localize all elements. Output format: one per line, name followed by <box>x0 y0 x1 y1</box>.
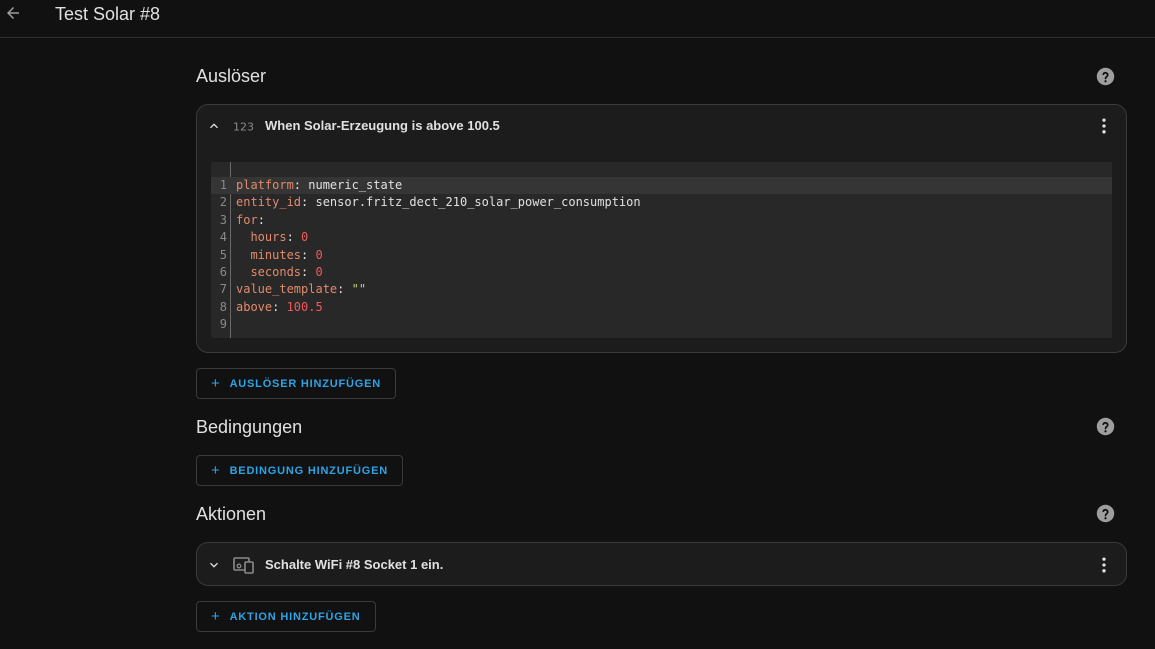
code-text: seconds: 0 <box>236 264 323 281</box>
add-action-button[interactable]: + AKTION HINZUFÜGEN <box>196 601 376 632</box>
triggers-section-title: Auslöser <box>196 66 267 86</box>
chevron-down-icon[interactable] <box>206 557 222 573</box>
trigger-card-header[interactable]: 123 When Solar-Erzeugung is above 100.5 <box>197 105 1126 147</box>
yaml-value: sensor.fritz_dect_210_solar_power_consum… <box>315 195 641 210</box>
action-card-header[interactable]: Schalte WiFi #8 Socket 1 ein. <box>197 543 1126 585</box>
add-condition-button[interactable]: + BEDINGUNG HINZUFÜGEN <box>196 455 403 486</box>
conditions-section-title: Bedingungen <box>196 417 303 437</box>
line-number: 9 <box>219 317 227 332</box>
more-vert-icon[interactable] <box>1094 555 1114 575</box>
line-number: 1 <box>219 178 227 192</box>
yaml-separator: : <box>272 299 287 314</box>
devices-icon <box>233 557 254 574</box>
yaml-key: value_template <box>236 282 338 297</box>
yaml-separator: : <box>301 247 316 262</box>
plus-icon: + <box>211 608 221 625</box>
line-number: 2 <box>219 195 227 210</box>
help-circle-icon[interactable] <box>1096 67 1115 86</box>
page-title: Test Solar #8 <box>55 4 161 24</box>
yaml-value: "" <box>351 282 367 297</box>
code-line[interactable]: 8 above: 100.5 <box>211 299 1112 316</box>
yaml-separator: : <box>301 265 316 279</box>
code-line[interactable]: 1 platform: numeric_state <box>211 177 1112 195</box>
action-card-label: Schalte WiFi #8 Socket 1 ein. <box>265 557 444 572</box>
add-condition-label: BEDINGUNG HINZUFÜGEN <box>229 464 388 477</box>
yaml-key: above <box>236 299 273 314</box>
code-text: entity_id: sensor.fritz_dect_210_solar_p… <box>236 194 641 211</box>
yaml-code-editor[interactable]: 1 platform: numeric_state 2 entity_id: sens… <box>211 162 1112 338</box>
yaml-separator: : <box>286 230 302 245</box>
trigger-card-label: When Solar-Erzeugung is above 100.5 <box>265 118 500 133</box>
line-number: 5 <box>219 247 227 262</box>
code-line[interactable]: 6 seconds: 0 <box>211 264 1112 281</box>
chevron-up-icon[interactable] <box>206 118 222 134</box>
code-text: minutes: 0 <box>236 247 323 264</box>
action-card: Schalte WiFi #8 Socket 1 ein. <box>196 542 1127 586</box>
yaml-key: seconds <box>236 265 302 279</box>
yaml-key: hours <box>236 230 287 245</box>
yaml-separator: : <box>301 195 316 210</box>
more-vert-icon[interactable] <box>1094 116 1114 136</box>
yaml-separator: : <box>293 178 309 192</box>
add-action-label: AKTION HINZUFÜGEN <box>229 610 361 623</box>
yaml-value: 100.5 <box>286 299 323 314</box>
line-number: 3 <box>219 212 227 227</box>
svg-text:123: 123 <box>233 121 254 134</box>
code-line[interactable]: 7 value_template: "" <box>211 281 1112 298</box>
yaml-separator: : <box>337 282 352 297</box>
code-line[interactable]: 3 for: <box>211 212 1112 229</box>
line-number: 7 <box>219 282 227 297</box>
yaml-value: 0 <box>301 230 309 245</box>
line-number: 6 <box>219 265 227 279</box>
code-text: value_template: "" <box>236 281 366 298</box>
line-number: 8 <box>219 299 227 314</box>
arrow-left-icon <box>7 7 19 19</box>
add-trigger-button[interactable]: + AUSLÖSER HINZUFÜGEN <box>196 368 397 399</box>
code-text: for: <box>236 212 265 229</box>
code-line[interactable]: 5 minutes: 0 <box>211 247 1112 264</box>
top-app-bar: Test Solar #8 <box>0 0 1155 38</box>
code-line[interactable]: 4 hours: 0 <box>211 229 1112 246</box>
back-button[interactable] <box>2 2 24 24</box>
help-circle-icon[interactable] <box>1096 417 1115 436</box>
code-line[interactable]: 9 <box>211 316 1112 333</box>
trigger-card: 123 When Solar-Erzeugung is above 100.5 … <box>196 104 1127 353</box>
line-number: 4 <box>219 230 227 245</box>
help-circle-icon[interactable] <box>1096 504 1115 523</box>
yaml-value: 0 <box>315 265 323 279</box>
numeric-123-icon: 123 <box>233 121 254 134</box>
actions-section-title: Aktionen <box>196 504 267 524</box>
yaml-value: 0 <box>315 247 323 262</box>
code-text: hours: 0 <box>236 229 308 246</box>
code-text: above: 100.5 <box>236 299 323 316</box>
yaml-separator: : <box>257 212 265 227</box>
yaml-key: platform <box>236 178 294 192</box>
plus-icon: + <box>211 375 221 392</box>
code-line[interactable]: 2 entity_id: sensor.fritz_dect_210_solar_… <box>211 194 1112 211</box>
add-trigger-label: AUSLÖSER HINZUFÜGEN <box>229 377 382 390</box>
plus-icon: + <box>211 462 221 479</box>
yaml-value: numeric_state <box>308 178 403 192</box>
code-text: platform: numeric_state <box>236 177 402 194</box>
yaml-key: for <box>236 212 258 227</box>
yaml-key: entity_id <box>236 195 302 210</box>
yaml-key: minutes <box>236 247 302 262</box>
